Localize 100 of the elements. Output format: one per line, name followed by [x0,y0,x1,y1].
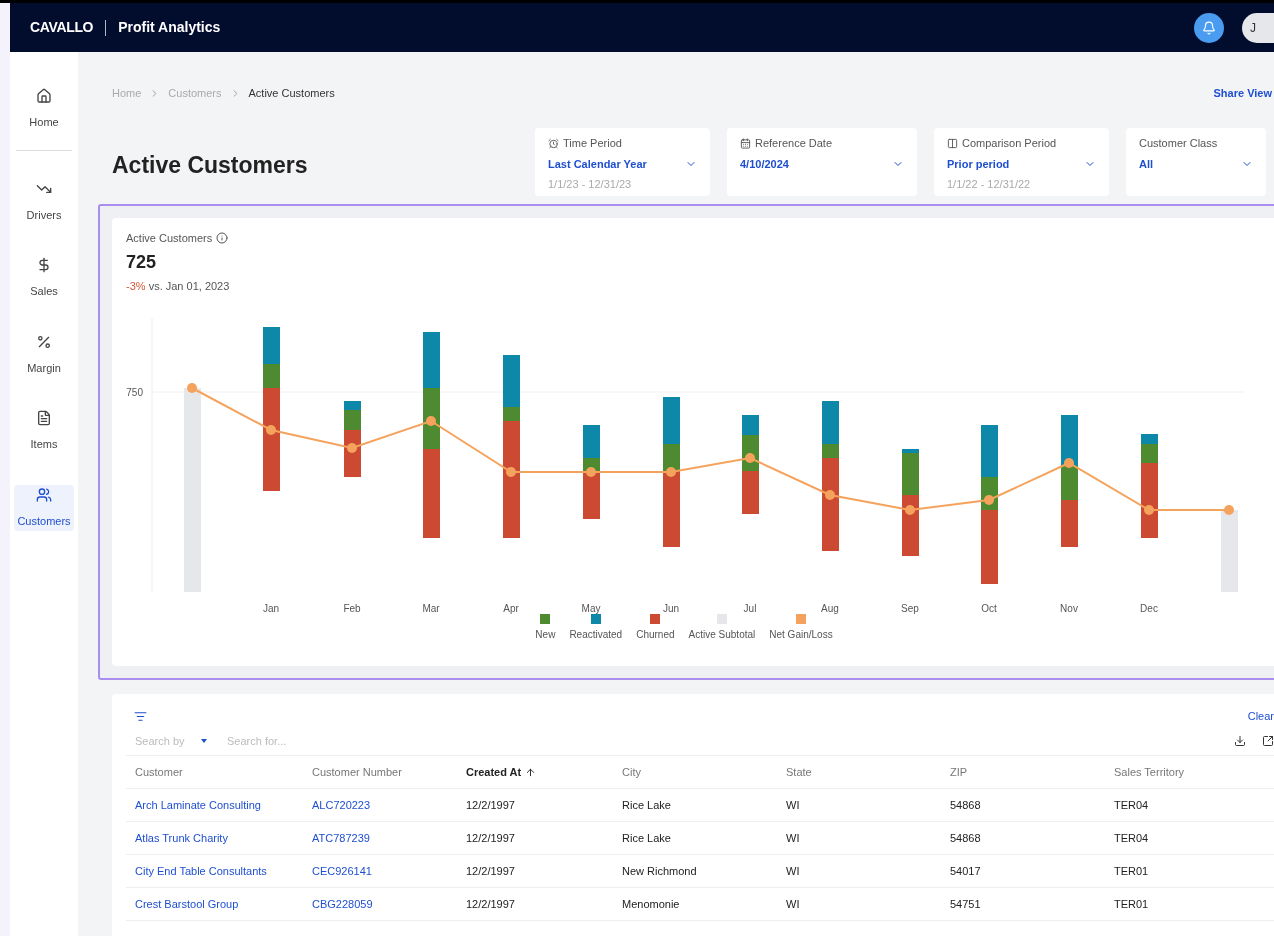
table-cell: WI [786,864,800,877]
search-field[interactable]: Search for... [227,732,527,749]
x-axis-label: Oct [981,603,997,614]
column-header[interactable]: Sales Territory [1105,755,1274,789]
column-header[interactable]: ZIP [941,755,1105,789]
sidebar-item[interactable]: Drivers [19,178,69,225]
filter-dropdown[interactable]: Time Period Last Calendar Year 1/1/23 - 12/31/23 [535,128,710,196]
x-axis-label: Jul [743,603,757,614]
churned-bar [902,495,919,556]
customer-number-link[interactable]: ATC787239 [312,831,370,844]
legend-label: Net Gain/Loss [769,628,833,642]
reactivated-bar [263,327,280,364]
reactivated-bar [822,401,839,444]
table-cell: 54868 [950,798,981,811]
table-cell: New Richmond [622,864,697,877]
filter-icon[interactable] [134,709,147,723]
net-point [984,495,994,505]
new-bar [822,444,839,458]
filter-dropdown[interactable]: Reference Date 4/10/2024 [727,128,917,196]
sidebar-item[interactable]: Sales [19,255,69,302]
filter-value: Prior period [947,156,1010,172]
share-view-link[interactable]: Share View [1213,85,1272,102]
new-bar [344,410,361,430]
reactivated-bar [344,401,361,410]
home-icon [36,88,52,104]
table-cell: Rice Lake [622,831,671,844]
legend-label: Active Subtotal [688,628,756,642]
new-bar [663,444,680,471]
page-title: Active Customers [112,151,309,180]
export-icon[interactable] [1262,734,1274,747]
column-header[interactable]: Customer Number [303,755,457,789]
filter-dropdown[interactable]: Customer Class All [1126,128,1266,196]
alarm-clock-icon [548,137,559,149]
calendar-icon [740,137,751,149]
net-point [187,383,197,393]
table-cell: 54868 [950,831,981,844]
column-header[interactable]: Created At [457,755,613,789]
new-bar [1061,466,1078,500]
download-icon[interactable] [1234,734,1246,747]
table-cell: 54017 [950,864,981,877]
sidebar-item[interactable]: Margin [19,331,69,378]
filter-dropdown[interactable]: Comparison Period Prior period 1/1/22 - 12/31/22 [934,128,1109,196]
column-header[interactable]: State [777,755,941,789]
table-cell: 12/2/1997 [466,798,515,811]
notification-button[interactable] [1194,12,1224,43]
table-cell: TER01 [1114,897,1149,910]
churned-bar [1061,500,1078,547]
filter-label: Comparison Period [962,136,1057,151]
column-header[interactable]: Customer [126,755,303,789]
table-cell: WI [786,831,800,844]
reactivated-bar [423,332,440,388]
customer-number-link[interactable]: CBG228059 [312,897,373,910]
table-cell: TER04 [1114,798,1149,811]
table-cell: Rice Lake [622,798,671,811]
table-cell: 12/2/1997 [466,897,515,910]
x-axis-label: Mar [422,603,440,614]
table-cell: WI [786,798,800,811]
table-cell: TER01 [1114,864,1149,877]
sidebar-item[interactable]: Items [19,408,69,455]
avatar-button[interactable]: J [1242,12,1274,43]
filter-label: Time Period [563,136,622,151]
legend-label: Reactivated [569,628,623,642]
customer-link[interactable]: Crest Barstool Group [135,897,239,910]
x-axis-label: Jan [262,603,280,614]
customer-number-link[interactable]: ALC720223 [312,798,371,811]
metric-title: Active Customers [126,231,213,246]
table-cell: 54751 [950,897,981,910]
filter-label: Customer Class [1139,136,1218,151]
metric-change: -3% vs. Jan 01, 2023 [126,278,231,294]
table-cell: Menomonie [622,897,680,910]
customer-link[interactable]: Arch Laminate Consulting [135,798,261,811]
sort-ascending-icon [525,766,537,778]
customer-link[interactable]: Atlas Trunk Charity [135,831,228,844]
net-point [1224,505,1234,515]
reactivated-bar [742,415,759,435]
net-point [347,443,357,453]
table-cell: 12/2/1997 [466,831,515,844]
clear-link[interactable]: Clear [1247,708,1274,725]
x-axis-label: Sep [901,603,919,614]
customer-number-link[interactable]: CEC926141 [312,864,372,877]
x-axis-label: May [581,603,601,614]
reactivated-bar [902,449,919,453]
filter-value: Last Calendar Year [548,156,647,172]
table-cell: TER04 [1114,831,1149,844]
legend-label: New [535,628,556,642]
x-axis-label: Apr [503,603,519,614]
percent-icon [36,333,52,350]
new-bar [1141,444,1158,463]
columns-icon [947,137,958,149]
sidebar-item[interactable]: Home [19,86,69,133]
y-tick-label: 750 [126,387,143,398]
net-point [666,467,676,477]
new-bar [902,453,919,495]
customer-link[interactable]: City End Table Consultants [135,864,267,877]
new-bar [263,364,280,388]
column-header[interactable]: City [613,755,777,789]
sidebar-item[interactable]: Customers [14,484,74,531]
breadcrumb-link[interactable]: Active Customers [248,85,335,102]
filter-value: 4/10/2024 [740,156,789,172]
new-bar [423,388,440,449]
